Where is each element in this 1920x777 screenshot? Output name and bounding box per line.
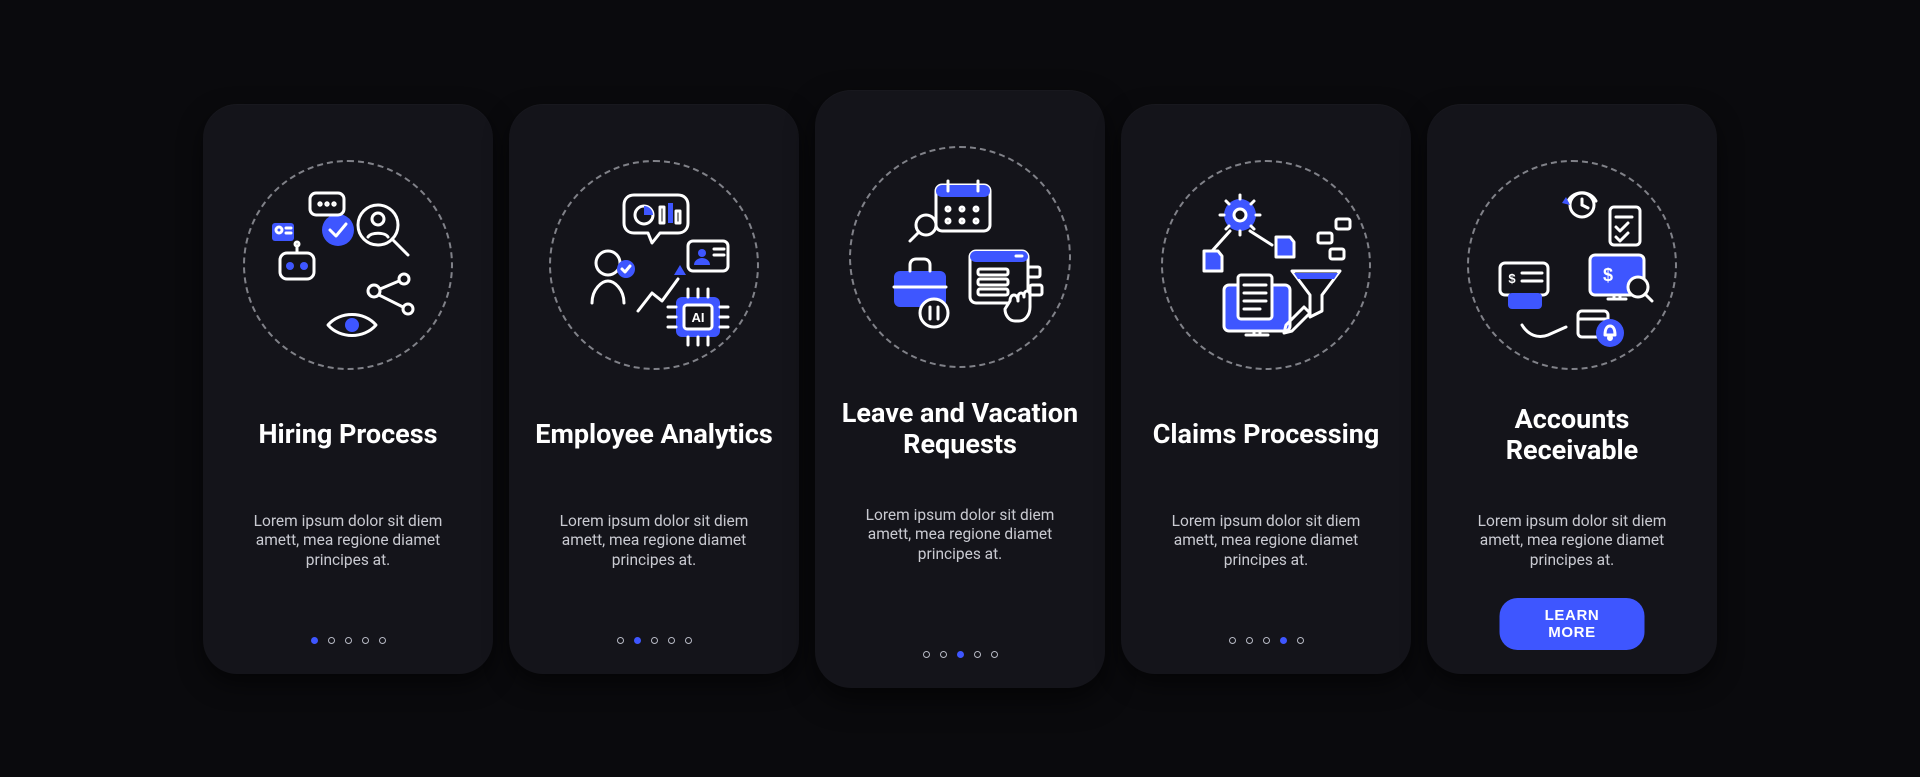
svg-text:$: $ — [1603, 265, 1613, 285]
dot[interactable] — [1280, 637, 1287, 644]
pagination-dots — [203, 637, 493, 644]
dot[interactable] — [1246, 637, 1253, 644]
dot[interactable] — [1263, 637, 1270, 644]
pagination-dots — [509, 637, 799, 644]
card-description: Lorem ipsum dolor sit diem amett, mea re… — [1451, 512, 1693, 571]
dot[interactable] — [940, 651, 947, 658]
dot[interactable] — [957, 651, 964, 658]
dot[interactable] — [1229, 637, 1236, 644]
card-description: Lorem ipsum dolor sit diem amett, mea re… — [837, 506, 1083, 565]
dot[interactable] — [345, 637, 352, 644]
dot[interactable] — [923, 651, 930, 658]
card-title: Employee Analytics — [535, 404, 773, 466]
pagination-dots — [815, 651, 1105, 658]
hiring-illustration-icon — [258, 175, 438, 355]
pagination-dots — [1121, 637, 1411, 644]
card-description: Lorem ipsum dolor sit diem amett, mea re… — [1145, 512, 1387, 571]
dot[interactable] — [328, 637, 335, 644]
hiring-icon — [243, 160, 453, 370]
dot[interactable] — [634, 637, 641, 644]
svg-text:$: $ — [1508, 271, 1516, 286]
onboarding-card-leave: Leave and Vacation Requests Lorem ipsum … — [815, 90, 1105, 688]
dot[interactable] — [668, 637, 675, 644]
card-title: Claims Processing — [1153, 404, 1380, 466]
dot[interactable] — [1297, 637, 1304, 644]
card-title: Accounts Receivable — [1451, 404, 1693, 466]
onboarding-card-claims: Claims Processing Lorem ipsum dolor sit … — [1121, 104, 1411, 674]
dot[interactable] — [651, 637, 658, 644]
svg-text:AI: AI — [692, 310, 705, 325]
dot[interactable] — [617, 637, 624, 644]
vacation-illustration-icon — [870, 167, 1050, 347]
card-description: Lorem ipsum dolor sit diem amett, mea re… — [227, 512, 469, 571]
onboarding-card-receivable: $ $ Accounts Receivable Lorem ipsum dolo… — [1427, 104, 1717, 674]
receivable-icon: $ $ — [1467, 160, 1677, 370]
dot[interactable] — [685, 637, 692, 644]
card-title: Leave and Vacation Requests — [837, 398, 1083, 460]
analytics-illustration-icon: AI — [564, 175, 744, 355]
onboarding-card-analytics: AI Employee Analytics Lorem ipsum dolor … — [509, 104, 799, 674]
claims-illustration-icon — [1176, 175, 1356, 355]
card-description: Lorem ipsum dolor sit diem amett, mea re… — [533, 512, 775, 571]
learn-more-button[interactable]: LEARN MORE — [1500, 598, 1645, 650]
card-title: Hiring Process — [258, 404, 437, 466]
dot[interactable] — [974, 651, 981, 658]
onboarding-card-hiring: Hiring Process Lorem ipsum dolor sit die… — [203, 104, 493, 674]
analytics-icon: AI — [549, 160, 759, 370]
dot[interactable] — [311, 637, 318, 644]
dot[interactable] — [362, 637, 369, 644]
dot[interactable] — [379, 637, 386, 644]
claims-icon — [1161, 160, 1371, 370]
receivable-illustration-icon: $ $ — [1482, 175, 1662, 355]
dot[interactable] — [991, 651, 998, 658]
vacation-icon — [849, 146, 1071, 368]
